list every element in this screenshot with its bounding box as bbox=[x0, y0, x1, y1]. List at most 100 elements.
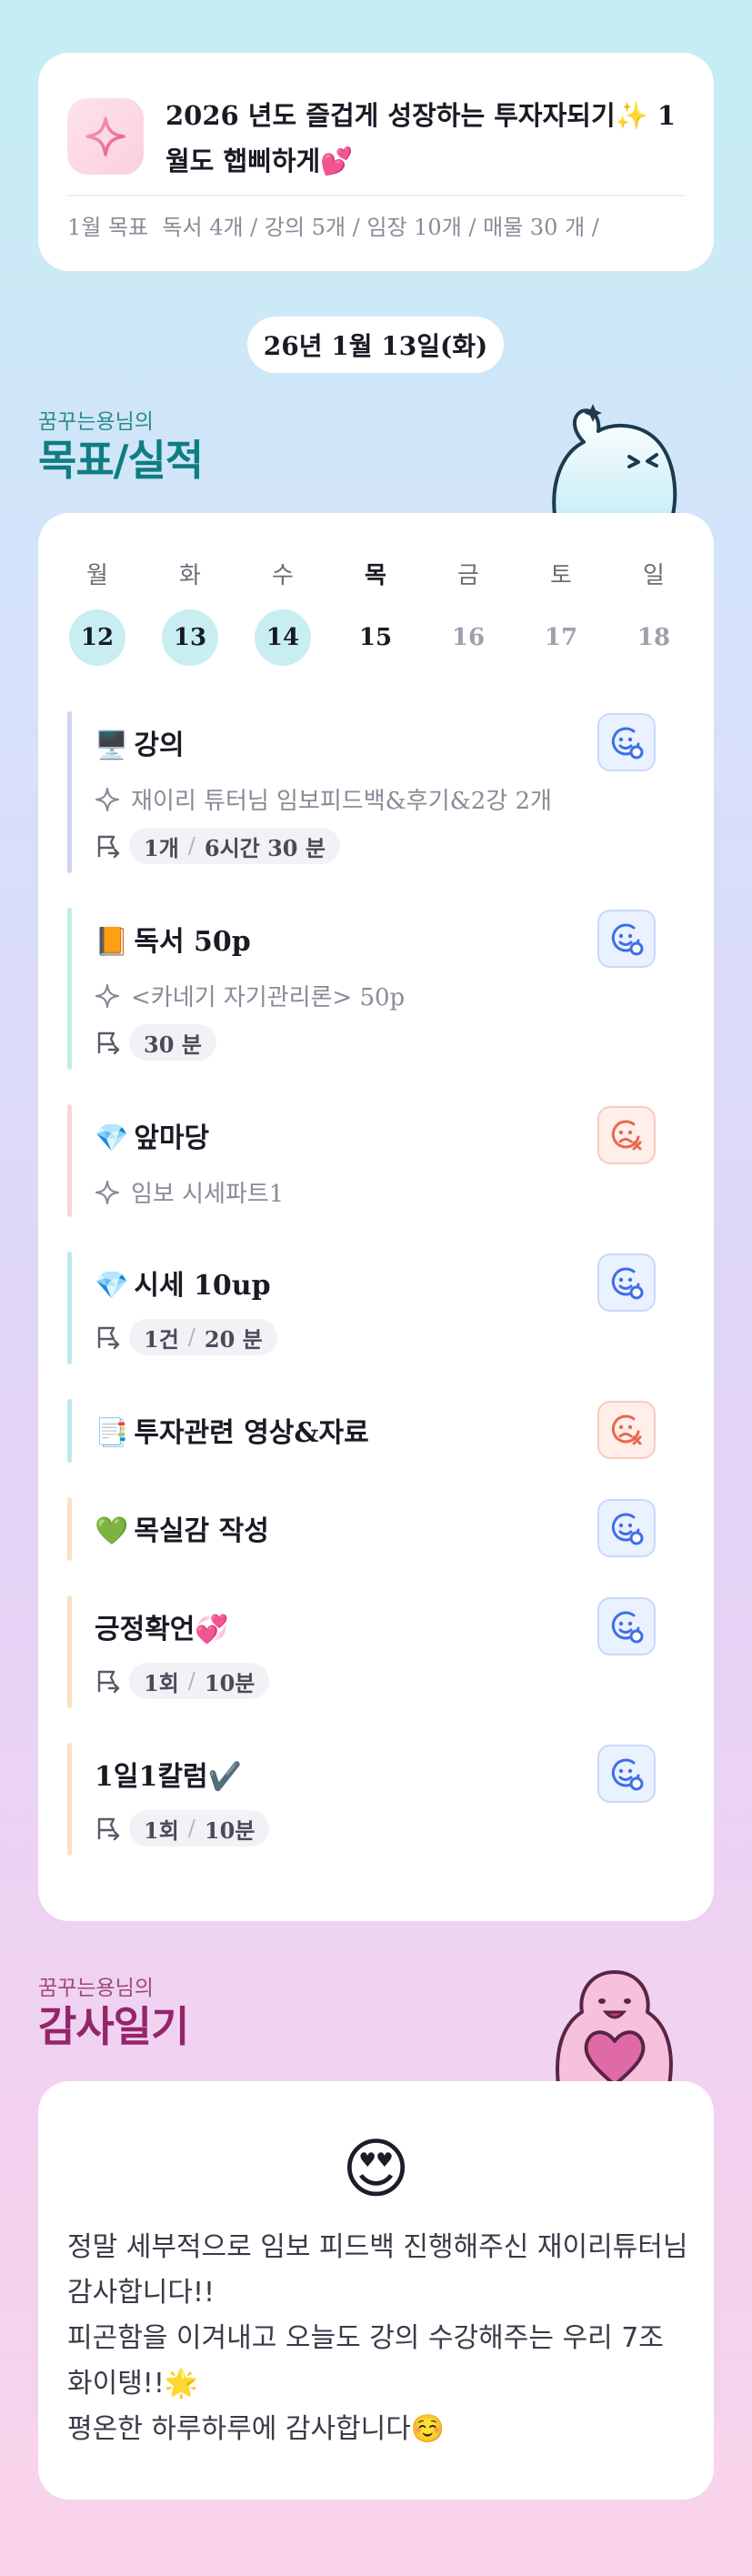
task-item[interactable]: 긍정확언💞 1회/10분 bbox=[67, 1595, 685, 1708]
task-color-bar bbox=[67, 908, 72, 1070]
task-color-bar bbox=[67, 1497, 72, 1561]
day-14[interactable]: 14 bbox=[255, 609, 311, 666]
yearly-goal-card[interactable]: 2026 년도 즐겁게 성장하는 투자자되기✨ 1월도 햅삐하게💕 1월 목표 … bbox=[38, 53, 714, 271]
task-title-text: 목실감 작성 bbox=[134, 1515, 269, 1547]
task-title: 💚 목실감 작성 bbox=[95, 1508, 269, 1548]
time-pill: 30 분 bbox=[129, 1024, 216, 1061]
task-detail: 재이리 튜터님 임보피드백&후기&2강 2개 bbox=[95, 782, 552, 816]
smile-face-icon[interactable] bbox=[597, 1745, 656, 1803]
sparkle-outline-icon bbox=[95, 1180, 120, 1204]
weekday-sat: 토 bbox=[550, 562, 572, 589]
task-title-text: 1일1칼럼✔️ bbox=[95, 1761, 242, 1793]
flag-icon bbox=[97, 1670, 120, 1694]
task-duration: 30 분 bbox=[144, 1031, 202, 1058]
date-pill[interactable]: 26년 1월 13일(화) bbox=[247, 317, 504, 373]
task-title-text: 시세 10up bbox=[134, 1270, 271, 1302]
task-time: 1건/20 분 bbox=[95, 1319, 277, 1355]
monthly-goal: 1월 목표 독서 4개 / 강의 5개 / 임장 10개 / 매물 30 개 / bbox=[67, 209, 695, 246]
weekday-fri: 금 bbox=[457, 562, 479, 589]
sparkle-icon bbox=[67, 98, 144, 175]
task-emoji: 🖥️ bbox=[95, 730, 129, 761]
day-15[interactable]: 15 bbox=[347, 609, 404, 666]
task-item[interactable]: 💚 목실감 작성 bbox=[67, 1497, 685, 1561]
flag-icon bbox=[97, 1817, 120, 1841]
time-pill: 1건/20 분 bbox=[129, 1319, 277, 1355]
task-count: 1회 bbox=[144, 1669, 179, 1696]
task-detail-text: <카네기 자기관리론> 50p bbox=[131, 984, 406, 1011]
task-item[interactable]: 💎 앞마당 임보 시세파트1 bbox=[67, 1104, 685, 1217]
weekday-thu: 목 bbox=[365, 562, 386, 589]
flag-icon bbox=[97, 1326, 120, 1350]
task-title: 1일1칼럼✔️ bbox=[95, 1754, 242, 1794]
smile-face-icon[interactable] bbox=[597, 1253, 656, 1312]
task-time: 1회/10분 bbox=[95, 1663, 270, 1699]
task-count: 1회 bbox=[144, 1816, 179, 1844]
task-detail-text: 재이리 튜터님 임보피드백&후기&2강 2개 bbox=[131, 788, 552, 815]
task-color-bar bbox=[67, 1399, 72, 1463]
task-title: 긍정확언💞 bbox=[95, 1606, 229, 1646]
task-count: 1건 bbox=[144, 1325, 179, 1353]
day-13[interactable]: 13 bbox=[162, 609, 218, 666]
task-title: 📑 투자관련 영상&자료 bbox=[95, 1410, 369, 1450]
smile-face-icon[interactable] bbox=[597, 1597, 656, 1655]
smile-face-icon[interactable] bbox=[597, 1499, 656, 1557]
task-time: 1개/6시간 30 분 bbox=[95, 828, 340, 864]
task-color-bar bbox=[67, 711, 72, 873]
weekday-wed: 수 bbox=[272, 562, 294, 589]
diary-text: 정말 세부적으로 임보 피드백 진행해주신 재이리튜터님 감사합니다!! 피곤함… bbox=[67, 2231, 688, 2445]
task-item[interactable]: 1일1칼럼✔️ 1회/10분 bbox=[67, 1743, 685, 1856]
yearly-goal-title: 2026 년도 즐겁게 성장하는 투자자되기✨ 1월도 햅삐하게💕 bbox=[165, 100, 677, 176]
task-item[interactable]: 🖥️ 강의 재이리 튜터님 임보피드백&후기&2강 2개 1개/6시간 30 분 bbox=[67, 711, 685, 873]
sparkle-outline-icon bbox=[95, 787, 120, 811]
task-duration: 10분 bbox=[204, 1816, 256, 1844]
flag-icon bbox=[97, 835, 120, 859]
day-17[interactable]: 17 bbox=[533, 609, 589, 666]
task-emoji: 📙 bbox=[95, 926, 129, 958]
task-emoji: 💎 bbox=[95, 1270, 129, 1302]
task-emoji: 💚 bbox=[95, 1515, 129, 1547]
diary-section-title: 감사일기 bbox=[38, 2002, 189, 2051]
task-duration: 20 분 bbox=[204, 1325, 263, 1353]
task-detail: 임보 시세파트1 bbox=[95, 1175, 284, 1209]
frown-face-icon[interactable] bbox=[597, 1106, 656, 1164]
time-pill: 1개/6시간 30 분 bbox=[129, 828, 340, 864]
task-item[interactable]: 📑 투자관련 영상&자료 bbox=[67, 1399, 685, 1463]
task-time: 1회/10분 bbox=[95, 1810, 270, 1846]
gratitude-diary-card[interactable]: 😍 정말 세부적으로 임보 피드백 진행해주신 재이리튜터님 감사합니다!! 피… bbox=[38, 2081, 714, 2500]
task-duration: 6시간 30 분 bbox=[204, 834, 326, 861]
task-color-bar bbox=[67, 1252, 72, 1364]
task-title: 💎 시세 10up bbox=[95, 1263, 271, 1303]
frown-face-icon[interactable] bbox=[597, 1401, 656, 1459]
task-color-bar bbox=[67, 1743, 72, 1856]
task-detail: <카네기 자기관리론> 50p bbox=[95, 979, 405, 1012]
task-time: 30 분 bbox=[95, 1024, 216, 1061]
task-title-text: 앞마당 bbox=[134, 1122, 210, 1154]
task-title: 💎 앞마당 bbox=[95, 1115, 209, 1155]
task-color-bar bbox=[67, 1595, 72, 1708]
time-pill: 1회/10분 bbox=[129, 1810, 270, 1846]
smile-face-icon[interactable] bbox=[597, 910, 656, 968]
task-duration: 10분 bbox=[204, 1669, 256, 1696]
flag-icon bbox=[97, 1031, 120, 1055]
task-title: 🖥️ 강의 bbox=[95, 722, 185, 762]
day-16[interactable]: 16 bbox=[440, 609, 496, 666]
monthly-goal-label: 1월 목표 bbox=[67, 215, 149, 240]
day-12[interactable]: 12 bbox=[69, 609, 125, 666]
monthly-goal-items: 독서 4개 / 강의 5개 / 임장 10개 / 매물 30 개 / bbox=[162, 215, 599, 240]
weekday-sun: 일 bbox=[643, 562, 665, 589]
divider bbox=[67, 195, 685, 196]
mascot-waving-illustration bbox=[552, 404, 677, 515]
task-detail-text: 임보 시세파트1 bbox=[131, 1181, 285, 1208]
task-title-text: 긍정확언💞 bbox=[95, 1614, 229, 1645]
day-18[interactable]: 18 bbox=[626, 609, 682, 666]
mascot-heart-illustration bbox=[556, 1970, 673, 2085]
task-item[interactable]: 💎 시세 10up 1건/20 분 bbox=[67, 1252, 685, 1364]
task-color-bar bbox=[67, 1104, 72, 1217]
heart-eyes-emoji-icon: 😍 bbox=[341, 2130, 411, 2207]
smile-face-icon[interactable] bbox=[597, 713, 656, 771]
weekday-tue: 화 bbox=[179, 562, 201, 589]
goals-section-title: 목표/실적 bbox=[38, 436, 204, 485]
task-item[interactable]: 📙 독서 50p <카네기 자기관리론> 50p 30 분 bbox=[67, 908, 685, 1070]
sparkle-outline-icon bbox=[95, 983, 120, 1008]
task-title-text: 강의 bbox=[134, 730, 185, 761]
